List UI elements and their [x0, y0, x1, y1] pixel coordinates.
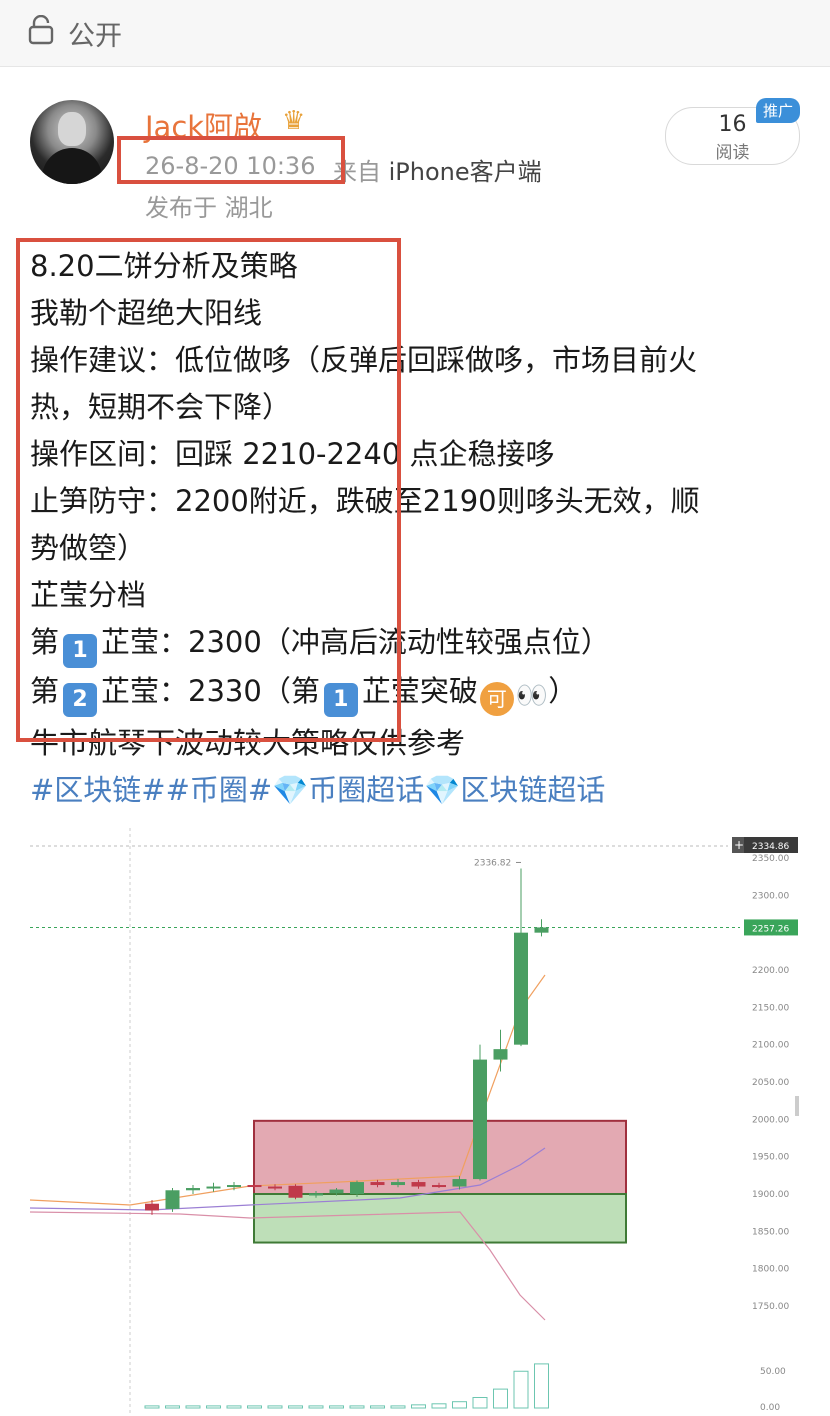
volume-bar [329, 1405, 344, 1409]
candle-body [514, 932, 528, 1045]
visibility-label[interactable]: 公开 [68, 14, 122, 53]
volume-tick-label: 0.00 [760, 1403, 780, 1413]
volume-bar [472, 1397, 488, 1409]
volume-bar [513, 1370, 529, 1409]
chart-scrollbar [795, 1096, 799, 1116]
candle-body [186, 1188, 200, 1191]
candle-body [452, 1179, 467, 1187]
volume-bar [349, 1405, 365, 1409]
post-location: 发布于 湖北 [145, 194, 273, 222]
candle-body [350, 1182, 364, 1194]
volume-bar [370, 1405, 385, 1409]
hashtags[interactable]: #区块链##币圈#💎币圈超话💎区块链超话 [30, 767, 810, 814]
volume-tick-label: 50.00 [760, 1367, 786, 1377]
y-tick-label: 1900.00 [752, 1190, 789, 1200]
candle-body [493, 1049, 508, 1060]
support-zone [253, 1193, 627, 1244]
volume-bar [165, 1405, 180, 1409]
volume-bar [288, 1405, 303, 1409]
candle-body [206, 1186, 221, 1189]
candle-body [309, 1193, 323, 1196]
y-tick-label: 2000.00 [752, 1115, 789, 1125]
volume-bar [206, 1405, 221, 1409]
post-source: 来自 iPhone客户端 [333, 158, 542, 186]
eyes-emoji-icon: 👀 [515, 681, 549, 711]
y-tick-label: 1750.00 [752, 1302, 789, 1312]
volume-bar [390, 1405, 406, 1409]
read-label: 阅读 [715, 143, 750, 163]
ke-emoji-icon: 可 [479, 682, 514, 716]
lock-icon [28, 15, 54, 45]
y-tick-label: 2200.00 [752, 966, 789, 976]
candle-body [145, 1203, 159, 1211]
y-tick-label: 2300.00 [752, 891, 789, 901]
plus-icon: + [734, 838, 744, 852]
price-chart[interactable]: 2336.822350.002300.002250.002200.002150.… [0, 828, 830, 1416]
candle-body [329, 1189, 344, 1194]
candle-body [370, 1182, 385, 1186]
y-tick-label: 1950.00 [752, 1153, 789, 1163]
candle-body [473, 1059, 487, 1180]
volume-bar [247, 1405, 262, 1409]
candle-body [288, 1185, 303, 1198]
candle-body [165, 1190, 180, 1209]
volume-bar [411, 1404, 426, 1409]
y-tick-label: 1800.00 [752, 1265, 789, 1275]
volume-bar [267, 1405, 283, 1409]
candle-body [411, 1182, 426, 1187]
candle-body [432, 1185, 446, 1188]
time-highlight-box [117, 136, 345, 184]
price-tag-last-label: 2257.26 [752, 924, 789, 934]
volume-bar [308, 1405, 324, 1409]
promo-badge[interactable]: 推广 [756, 98, 801, 123]
candle-body [268, 1186, 282, 1189]
volume-bar [452, 1401, 467, 1409]
volume-bar [431, 1403, 447, 1409]
price-tag-current-label: 2334.86 [752, 842, 789, 852]
candle-body [534, 927, 549, 933]
candle-body [247, 1185, 262, 1188]
y-tick-label: 2150.00 [752, 1003, 789, 1013]
candlestick-chart: 2336.822350.002300.002250.002200.002150.… [29, 828, 799, 1416]
top-bar: 公开 [0, 0, 830, 67]
volume-bar [534, 1363, 549, 1409]
volume-bar [185, 1405, 201, 1409]
volume-bar [144, 1405, 160, 1409]
avatar[interactable] [30, 100, 114, 184]
y-tick-label: 2100.00 [752, 1041, 789, 1051]
y-tick-label: 1850.00 [752, 1227, 789, 1237]
high-price-label: 2336.82 [474, 858, 511, 868]
y-tick-label: 2350.00 [752, 854, 789, 864]
candle-body [227, 1185, 241, 1188]
volume-bar [226, 1405, 242, 1409]
content-highlight-box [16, 238, 401, 742]
candle-body [391, 1182, 405, 1186]
crown-icon: ♛ [282, 106, 306, 136]
y-tick-label: 2050.00 [752, 1078, 789, 1088]
volume-bar [493, 1388, 508, 1409]
